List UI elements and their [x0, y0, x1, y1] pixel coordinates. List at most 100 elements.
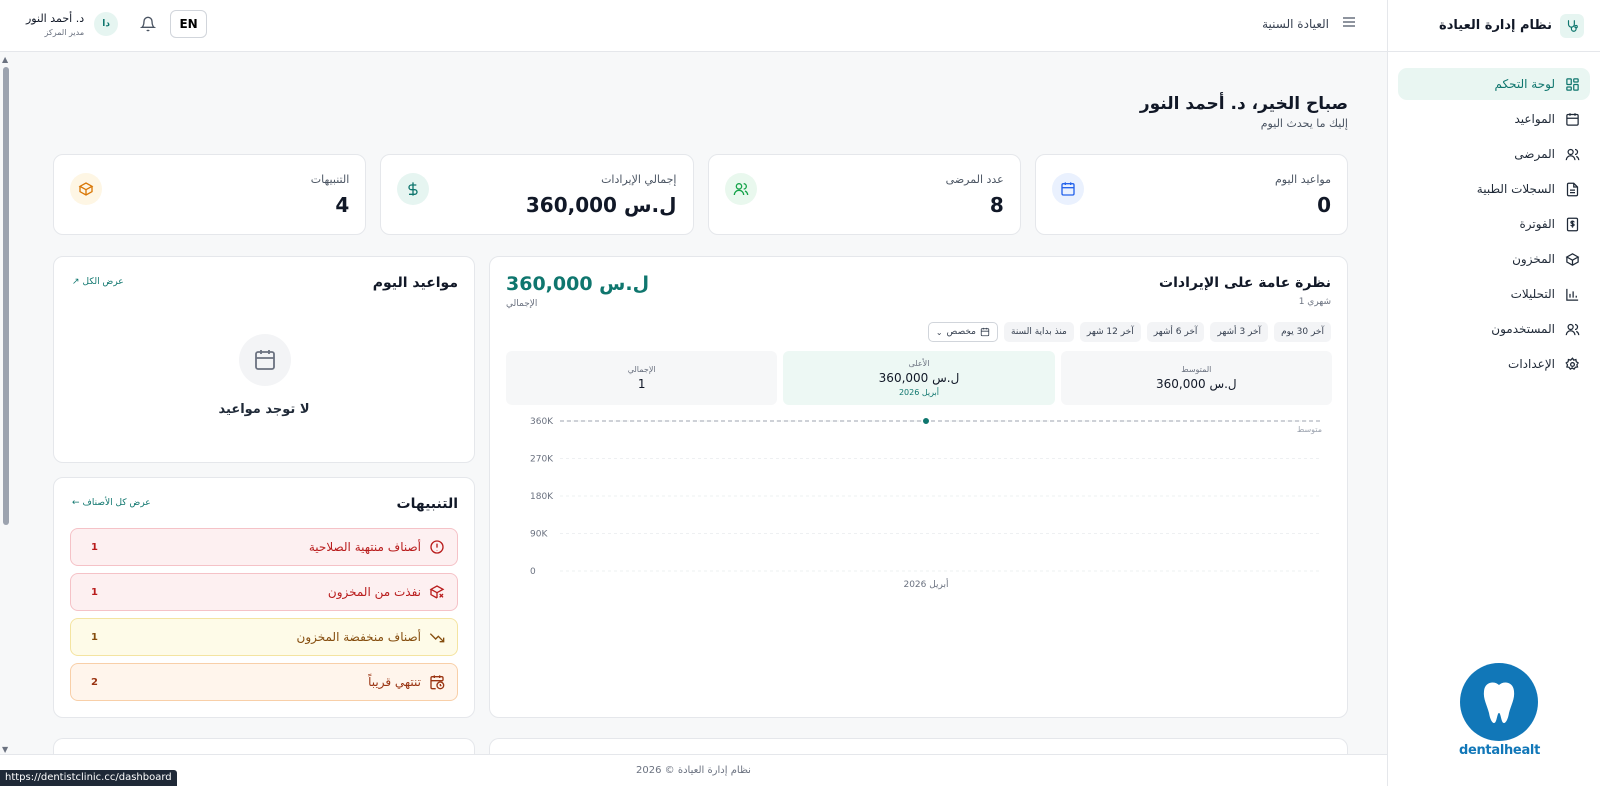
- y-tick-label: 180K: [530, 492, 554, 502]
- appointments-card: مواعيد اليوم ↗ عرض الكل لا توجد مواعيد: [53, 256, 475, 463]
- sidebar-item-billing[interactable]: الفوترة: [1398, 208, 1590, 240]
- box-x-icon: [429, 585, 445, 599]
- gear-icon: [1565, 356, 1579, 370]
- chevron-down-icon: ⌄: [935, 327, 943, 337]
- sidebar-item-appointments[interactable]: المواعيد: [1398, 103, 1590, 135]
- metric-value: 360,000 ل.س: [878, 371, 960, 385]
- dollar-icon: [397, 173, 430, 205]
- range-filters: آخر 30 يوم آخر 3 أشهر آخر 6 أشهر آخر 12 …: [927, 322, 1331, 342]
- stat-card-revenue[interactable]: إجمالي الإيرادات 360,000 ل.س: [380, 154, 694, 235]
- user-info[interactable]: د. أحمد النور مدير المركز: [26, 12, 84, 37]
- alert-out-of-stock[interactable]: 1 نفذت من المخزون: [70, 573, 458, 611]
- sidebar-item-label: المرضى: [1514, 147, 1555, 161]
- data-point: [922, 417, 930, 425]
- footer-text: نظام إدارة العيادة © 2026: [636, 765, 751, 776]
- sidebar-item-label: المواعيد: [1514, 112, 1555, 126]
- calendar-icon: [239, 334, 291, 386]
- sidebar-item-patients[interactable]: المرضى: [1398, 138, 1590, 170]
- appointments-title: مواعيد اليوم: [372, 275, 458, 291]
- revenue-title: نظرة عامة على الإيرادات: [1159, 275, 1331, 291]
- avatar[interactable]: دا: [94, 12, 119, 36]
- sidebar-item-medical-records[interactable]: السجلات الطبية: [1398, 173, 1590, 205]
- x-tick-label: أبريل 2026: [903, 578, 948, 590]
- alert-expired-items[interactable]: 1 أصناف منتهية الصلاحية: [70, 528, 458, 566]
- range-year-to-date[interactable]: منذ بداية السنة: [1004, 322, 1074, 342]
- language-button[interactable]: EN: [170, 10, 208, 38]
- sidebar-item-label: التحليلات: [1510, 287, 1555, 301]
- revenue-subtitle: 1 شهري: [1298, 297, 1331, 307]
- range-12-months[interactable]: آخر 12 شهر: [1079, 322, 1141, 342]
- alert-label: تنتهي قريباً: [368, 675, 421, 689]
- stethoscope-icon: [1560, 13, 1584, 38]
- stat-value: 4: [335, 193, 350, 217]
- range-custom-label: مخصص: [946, 327, 977, 337]
- stat-label: التنبيهات: [310, 173, 350, 186]
- arrow-left-icon: ←: [72, 498, 80, 508]
- alert-label: نفذت من المخزون: [327, 585, 421, 599]
- billing-icon: [1566, 217, 1579, 231]
- range-custom[interactable]: ⌄ مخصص: [927, 322, 999, 342]
- sidebar-item-label: لوحة التحكم: [1494, 77, 1556, 91]
- app-title: نظام إدارة العيادة: [1439, 18, 1552, 33]
- sidebar-item-inventory[interactable]: المخزون: [1398, 243, 1590, 275]
- stat-card-appointments[interactable]: مواعيد اليوم 0: [1034, 154, 1348, 235]
- y-tick-label: 270K: [530, 455, 554, 465]
- revenue-chart: 360K 270K 180K 90K 0 متوسط أبريل 2026: [530, 417, 1322, 590]
- bell-icon[interactable]: [136, 12, 160, 36]
- reference-label: متوسط: [1297, 425, 1322, 434]
- brand: نظام إدارة العيادة: [1388, 0, 1600, 52]
- revenue-total-label: الإجمالي: [506, 299, 538, 309]
- alert-circle-icon: [430, 540, 444, 554]
- calendar-icon: [1051, 173, 1084, 205]
- alerts-card: التنبيهات ← عرض كل الأصناف 1 أصناف منتهي…: [53, 477, 475, 718]
- user-name: د. أحمد النور: [26, 11, 85, 25]
- sidebar-item-label: المخزون: [1512, 252, 1555, 266]
- alert-count: 1: [91, 631, 98, 643]
- sidebar-item-users[interactable]: المستخدمون: [1398, 313, 1590, 345]
- range-6-months[interactable]: آخر 6 أشهر: [1146, 322, 1205, 342]
- stat-card-patients[interactable]: عدد المرضى 8: [707, 154, 1021, 235]
- view-all-items-link[interactable]: ← عرض كل الأصناف: [72, 498, 151, 508]
- alert-count: 1: [91, 541, 98, 553]
- calendar-clock-icon: [430, 675, 445, 690]
- menu-icon[interactable]: [1341, 14, 1357, 34]
- stat-card-alerts[interactable]: التنبيهات 4: [53, 154, 367, 235]
- scrollbar[interactable]: ▲ ▼: [0, 53, 12, 754]
- sidebar-item-analytics[interactable]: التحليلات: [1398, 278, 1590, 310]
- metric-average: المتوسط 360,000 ل.س: [1060, 351, 1332, 405]
- sidebar-item-dashboard[interactable]: لوحة التحكم: [1398, 68, 1590, 100]
- dental-logo: dentalhealt: [1459, 663, 1540, 758]
- alert-count: 2: [91, 676, 98, 688]
- scroll-down-icon[interactable]: ▼: [2, 745, 8, 754]
- view-all-label: عرض الكل: [82, 277, 124, 287]
- alert-label: أصناف منخفضة المخزون: [296, 630, 421, 644]
- scroll-up-icon[interactable]: ▲: [2, 55, 8, 64]
- range-30-days[interactable]: آخر 30 يوم: [1274, 322, 1331, 342]
- y-tick-label: 90K: [530, 530, 548, 540]
- clinic-name: العيادة السنية: [1262, 17, 1329, 31]
- dashboard-icon: [1566, 77, 1579, 91]
- alert-low-stock[interactable]: 1 أصناف منخفضة المخزون: [70, 618, 458, 656]
- stat-label: مواعيد اليوم: [1274, 173, 1331, 186]
- scroll-thumb[interactable]: [3, 67, 9, 525]
- range-3-months[interactable]: آخر 3 أشهر: [1210, 322, 1269, 342]
- sidebar-item-settings[interactable]: الإعدادات: [1398, 348, 1590, 380]
- alert-label: أصناف منتهية الصلاحية: [308, 540, 421, 554]
- logo-text: dentalhealt: [1458, 743, 1540, 758]
- alert-expiring-soon[interactable]: 2 تنتهي قريباً: [70, 663, 458, 701]
- page-subtitle: إليك ما يحدث اليوم: [1260, 117, 1348, 130]
- view-all-appointments-link[interactable]: ↗ عرض الكل: [72, 277, 124, 287]
- sidebar-item-label: السجلات الطبية: [1476, 182, 1555, 196]
- metric-label: الأعلى: [908, 359, 930, 368]
- user-role: مدير المركز: [44, 27, 85, 37]
- metric-label: المتوسط: [1181, 365, 1212, 374]
- stats-row: التنبيهات 4 إجمالي الإيرادات 360,000 ل.س…: [53, 154, 1348, 235]
- metric-value: 1: [637, 377, 646, 391]
- empty-appointments-text: لا توجد مواعيد: [218, 402, 310, 417]
- metric-highest: الأعلى 360,000 ل.س أبريل 2026: [783, 351, 1055, 405]
- page-title: صباح الخير، د. أحمد النور: [1139, 94, 1348, 114]
- calendar-icon: [980, 327, 990, 337]
- metric-sub: أبريل 2026: [898, 388, 940, 397]
- users-icon: [1565, 323, 1580, 335]
- stat-value: 360,000 ل.س: [525, 193, 677, 217]
